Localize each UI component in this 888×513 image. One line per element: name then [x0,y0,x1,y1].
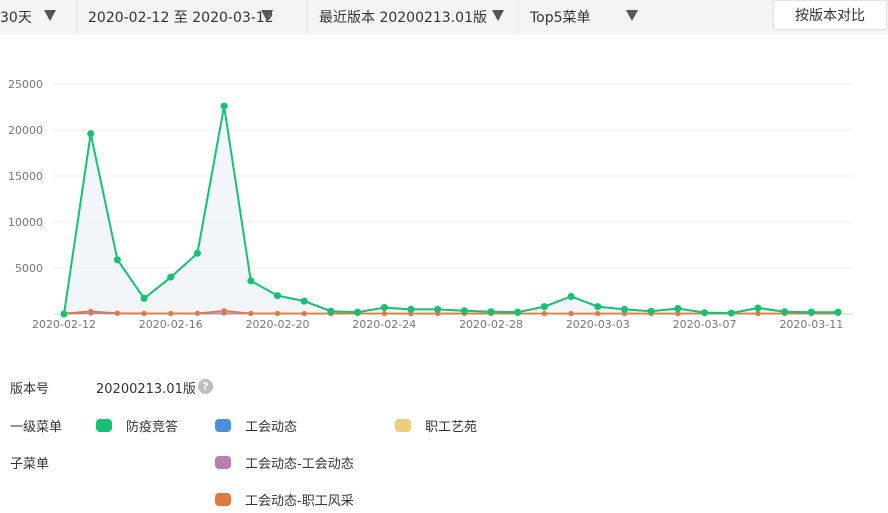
data-point [647,307,655,315]
y-tick-label: 20000 [8,124,43,137]
chevron-down-icon [626,10,638,21]
menu-filter-dropdown[interactable]: Top5菜单 [519,0,659,34]
data-point [354,308,362,316]
trend-line-chart: 5000 10000 15000 20000 25000 2020-02-12 2020-0… [8,78,853,331]
data-point [168,310,174,316]
data-point [194,310,200,316]
data-point [434,305,442,313]
data-point [595,311,601,317]
legend-swatch [395,419,411,432]
menu-filter-label: Top5菜单 [530,10,591,26]
data-point [594,303,602,311]
data-point [781,308,789,316]
legend-item-union-news-sub[interactable]: 工会动态-工会动态 [215,453,354,472]
data-point [113,256,121,264]
legend-label: 防疫竞答 [126,420,179,435]
data-point [327,307,335,315]
data-point [300,297,308,305]
legend-label: 职工艺苑 [425,420,478,435]
level1-menu-label: 一级菜单 [10,420,63,435]
data-point [487,308,495,316]
data-point [754,304,762,312]
legend-item-epidemic-quiz[interactable]: 防疫竞答 [96,416,178,435]
x-tick-label: 2020-03-03 [566,318,630,331]
legend-label: 工会动态-职工风采 [245,494,354,509]
data-point [301,311,307,317]
data-point [674,304,682,312]
chevron-down-icon [492,10,504,21]
data-point [140,294,148,302]
legend-item-union-news[interactable]: 工会动态 [215,416,297,435]
data-point [701,309,709,317]
data-point [541,311,547,317]
data-point [407,305,415,313]
x-tick-label: 2020-02-16 [139,318,203,331]
version-number-value: 20200213.01版 [96,382,196,397]
submenu-label: 子菜单 [10,457,50,472]
data-point [620,305,628,313]
data-point [114,310,120,316]
chart-area-fill [64,106,838,314]
question-circle-icon[interactable]: ? [198,379,213,394]
filter-toolbar: 30天 2020-02-12 至 2020-03-12 最近版本 2020021… [0,0,888,34]
data-point [275,310,281,316]
data-point [193,249,201,257]
data-point [87,130,95,138]
chevron-down-icon [44,10,56,21]
data-point [88,308,94,314]
x-tick-label: 2020-03-11 [779,318,843,331]
x-tick-label: 2020-03-07 [673,318,737,331]
legend-swatch [215,493,231,506]
data-point [514,308,522,316]
data-point [834,308,842,316]
series-area-epidemic-quiz [64,106,838,314]
legend-label: 工会动态-工会动态 [245,457,354,472]
legend-swatch [96,419,112,432]
version-dropdown[interactable]: 最近版本 20200213.01版 [308,0,518,34]
version-dropdown-label: 最近版本 20200213.01版 [319,10,487,26]
data-point [380,304,388,312]
compare-by-version-button[interactable]: 按版本对比 [773,0,887,30]
data-point [755,311,761,317]
data-point [460,307,468,315]
range-dropdown-label: 30天 [0,10,32,26]
y-tick-label: 10000 [8,216,43,229]
chevron-down-icon [261,10,273,21]
y-tick-label: 15000 [8,170,43,183]
range-dropdown[interactable]: 30天 [0,0,75,34]
y-tick-label: 25000 [8,78,43,91]
legend-swatch [215,419,231,432]
legend-item-workers-art[interactable]: 职工艺苑 [395,416,477,435]
data-point [567,293,575,301]
data-point [60,310,68,318]
y-tick-label: 5000 [15,262,43,275]
legend-swatch [215,456,231,469]
data-point [247,277,255,285]
data-point [274,292,282,300]
data-point [248,310,254,316]
data-point [568,311,574,317]
data-point [141,310,147,316]
data-point [807,308,815,316]
x-tick-label: 2020-02-12 [32,318,96,331]
data-point [381,311,387,317]
data-point [167,273,175,281]
x-tick-label: 2020-02-24 [352,318,416,331]
legend-label: 工会动态 [245,420,298,435]
x-tick-label: 2020-02-28 [459,318,523,331]
version-number-label: 版本号 [10,382,50,397]
data-point [540,303,548,311]
date-range-label: 2020-02-12 至 2020-03-12 [88,10,274,26]
date-range-picker[interactable]: 2020-02-12 至 2020-03-12 [77,0,307,34]
x-tick-label: 2020-02-20 [246,318,310,331]
data-point [220,102,228,110]
data-point [727,309,735,317]
data-point [221,308,227,314]
legend-item-workers-style[interactable]: 工会动态-职工风采 [215,490,354,509]
